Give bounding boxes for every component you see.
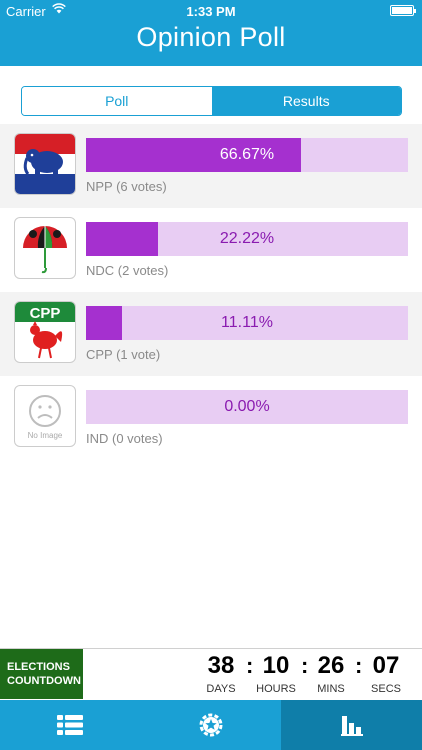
tab-results[interactable]: Results <box>211 87 401 115</box>
countdown-mins-value: 26 <box>317 652 345 679</box>
vote-percent: 22.22% <box>219 230 275 247</box>
countdown-hours: 10 HOURS <box>254 651 298 695</box>
status-bar: Carrier 1:33 PM <box>0 3 422 20</box>
ndc-umbrella-logo <box>14 217 76 279</box>
cpp-cockerel-logo: CPP <box>14 301 76 363</box>
result-row-ndc: 22.22% NDC (2 votes) <box>0 208 422 292</box>
vote-count-label: CPP (1 vote) <box>86 347 161 362</box>
vote-percent: 66.67% <box>219 146 275 163</box>
vote-count-label: NDC (2 votes) <box>86 263 169 278</box>
countdown-separator: : <box>301 653 309 678</box>
nav-header: Carrier 1:33 PM Opinion Poll <box>0 0 422 66</box>
result-row-npp: 66.67% NPP (6 votes) <box>0 124 422 208</box>
no-image-text: No Image <box>28 431 63 440</box>
list-icon <box>57 715 84 735</box>
countdown-secs-value: 07 <box>372 652 400 679</box>
vote-percent: 11.11% <box>221 314 273 331</box>
bottom-tab-bar <box>0 700 422 750</box>
vote-bar: 11.11% <box>86 306 408 340</box>
vote-bar: 22.22% <box>86 222 408 256</box>
tab-poll[interactable]: Poll <box>22 87 212 115</box>
page-title: Opinion Poll <box>136 22 286 52</box>
countdown-hours-value: 10 <box>262 652 290 679</box>
npp-elephant-logo <box>14 133 76 195</box>
countdown-mins-label: MINS <box>317 683 345 695</box>
countdown-hours-label: HOURS <box>256 683 296 695</box>
countdown-label: ELECTIONS COUNTDOWN <box>0 649 83 699</box>
result-row-ind: No Image 0.00% IND (0 votes) <box>0 376 422 460</box>
countdown-label-line2: COUNTDOWN <box>7 675 81 687</box>
no-image-placeholder: No Image <box>14 385 76 447</box>
vote-count-label: NPP (6 votes) <box>86 179 167 194</box>
poll-results-segmented-control: Poll Results <box>21 86 402 116</box>
battery-icon <box>390 5 416 16</box>
cpp-logo-text: CPP <box>30 305 61 322</box>
vote-count-label: IND (0 votes) <box>86 431 163 446</box>
result-row-cpp: CPP 11.11% CPP (1 vote) <box>0 292 422 376</box>
countdown-secs-label: SECS <box>371 683 401 695</box>
countdown-label-line1: ELECTIONS <box>7 661 70 673</box>
vote-bar: 66.67% <box>86 138 408 172</box>
clock: 1:33 PM <box>186 4 236 19</box>
settings-star-icon <box>199 713 223 737</box>
vote-percent: 0.00% <box>224 398 270 415</box>
tab-results-chart[interactable] <box>281 700 422 750</box>
countdown-mins: 26 MINS <box>310 651 352 695</box>
countdown-days: 38 DAYS <box>200 651 242 695</box>
countdown-separator: : <box>246 653 254 678</box>
elections-countdown: ELECTIONS COUNTDOWN 38 DAYS : 10 HOURS :… <box>0 648 422 699</box>
bar-chart-icon <box>340 716 363 736</box>
countdown-days-label: DAYS <box>206 683 236 695</box>
tab-list[interactable] <box>0 700 141 750</box>
vote-bar: 0.00% <box>86 390 408 424</box>
tab-settings[interactable] <box>141 700 282 750</box>
countdown-days-value: 38 <box>207 652 235 679</box>
countdown-secs: 07 SECS <box>365 651 407 695</box>
countdown-separator: : <box>355 653 363 678</box>
